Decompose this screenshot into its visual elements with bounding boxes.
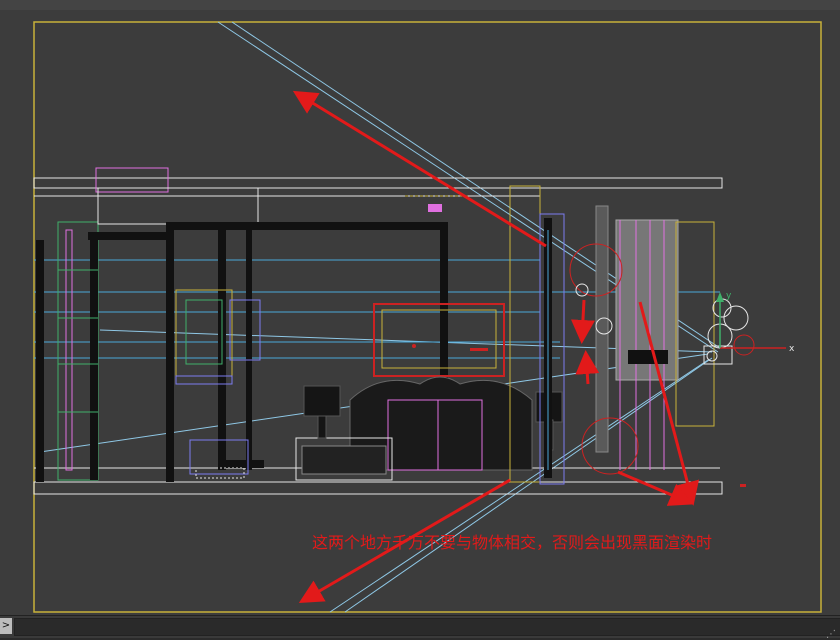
status-field[interactable] xyxy=(14,618,840,636)
viewport-perspective[interactable]: x y 这两个地方千万不要与物体相交，否则会出现黑面渲染时 xyxy=(0,10,840,615)
expand-icon[interactable]: > xyxy=(0,618,12,634)
wall-painting xyxy=(373,303,505,377)
status-bar: > ⋰ xyxy=(0,615,840,640)
resize-grip-icon[interactable]: ⋰ xyxy=(826,629,836,640)
ceiling-lamp xyxy=(428,204,442,212)
safe-frame xyxy=(33,21,822,613)
annotation-text: 这两个地方千万不要与物体相交，否则会出现黑面渲染时 xyxy=(312,533,713,552)
axis-x-label: x xyxy=(789,344,795,354)
axis-y-label: y xyxy=(726,291,732,301)
marker xyxy=(740,484,746,487)
scene-wireframe[interactable]: x y xyxy=(0,10,840,615)
